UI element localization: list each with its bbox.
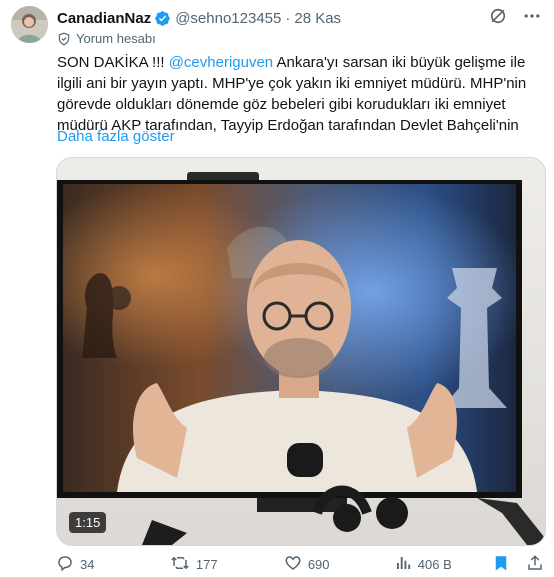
repost-count: 177	[195, 556, 218, 572]
handle[interactable]: @sehno123455	[175, 10, 281, 27]
tweet-date[interactable]: 28 Kas	[294, 10, 341, 27]
reply-button[interactable]: 34	[56, 554, 170, 575]
reply-count: 34	[80, 556, 95, 572]
display-name[interactable]: CanadianNaz	[57, 10, 151, 27]
avatar[interactable]	[11, 6, 48, 43]
header-actions	[488, 6, 542, 30]
view-count: 406 B	[417, 556, 452, 572]
account-tag: Yorum hesabı	[57, 31, 156, 46]
views-button[interactable]: 406 B	[394, 554, 492, 575]
views-icon	[394, 554, 412, 575]
secondary-actions	[492, 554, 544, 575]
like-button[interactable]: 690	[284, 554, 394, 575]
repost-icon	[170, 554, 190, 575]
action-bar: 34 177 690 406 B	[56, 553, 544, 575]
shield-icon	[58, 32, 70, 45]
tweet-header: CanadianNaz @sehno123455 · 28 Kas	[57, 7, 542, 29]
video-duration: 1:15	[69, 512, 107, 533]
repost-button[interactable]: 177	[170, 554, 284, 575]
like-icon	[284, 554, 302, 575]
show-more-link[interactable]: Daha fazla göster	[57, 128, 175, 145]
share-icon[interactable]	[526, 554, 544, 575]
reply-icon	[56, 554, 74, 575]
bookmark-icon[interactable]	[492, 554, 510, 575]
tweet-text: SON DAKİKA !!! @cevheriguven Ankara'yı s…	[57, 52, 545, 136]
like-count: 690	[307, 556, 330, 572]
account-tag-label: Yorum hesabı	[76, 31, 156, 46]
separator-dot: ·	[285, 9, 291, 27]
more-icon[interactable]	[522, 6, 542, 30]
verified-badge-icon	[154, 10, 171, 27]
tweet-prefix: SON DAKİKA !!!	[57, 54, 169, 71]
grok-icon[interactable]	[488, 6, 508, 30]
tweet[interactable]: CanadianNaz @sehno123455 · 28 Kas Yorum …	[0, 0, 554, 577]
mention-link[interactable]: @cevheriguven	[169, 54, 273, 71]
video-thumbnail	[57, 158, 545, 545]
video-player[interactable]: 1:15	[56, 157, 546, 546]
